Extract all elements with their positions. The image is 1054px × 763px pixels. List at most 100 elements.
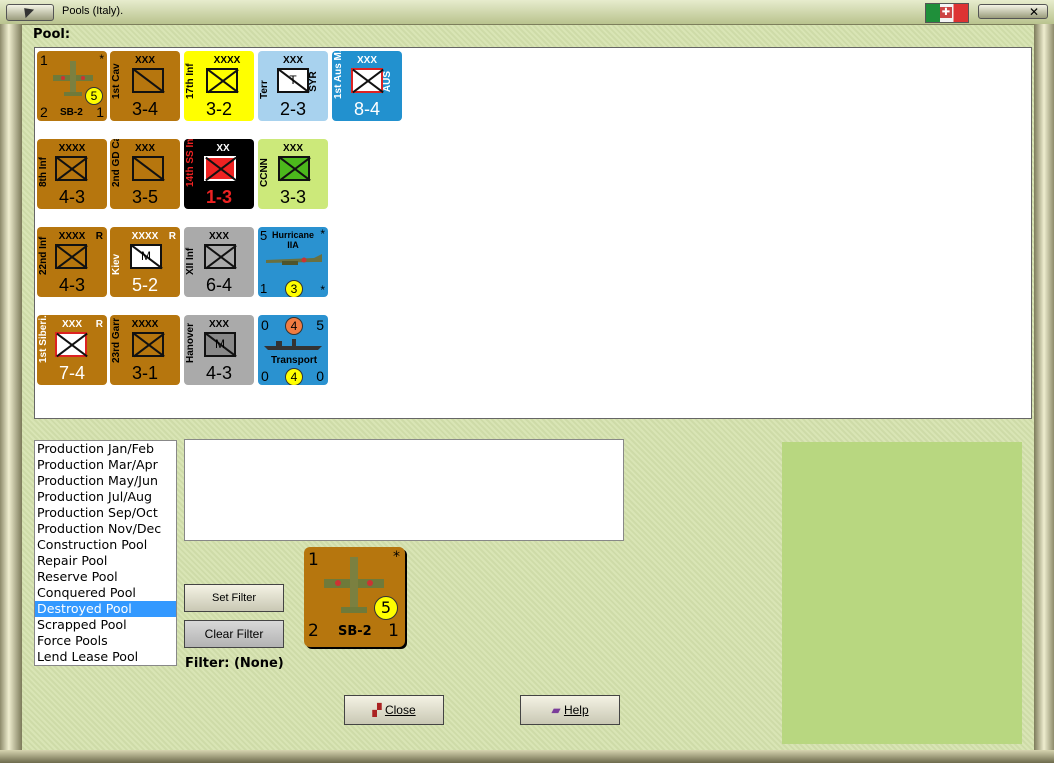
unit-strength: 6-4 — [205, 275, 232, 295]
unit-country: SYR — [308, 71, 320, 92]
unit-counter-22nd-inf[interactable]: XXXX R 22nd Inf 4-3 — [37, 227, 107, 297]
unit-name: SB-2 — [338, 624, 372, 639]
attack-factor-badge: 5 — [374, 596, 398, 620]
filter-status: Filter: (None) — [185, 656, 284, 671]
list-item[interactable]: Scrapped Pool — [35, 617, 176, 633]
unit-name: 17th Inf — [185, 63, 196, 99]
unit-strength: 4-3 — [58, 275, 85, 295]
reserve-tag: R — [95, 231, 103, 242]
unit-counter-terr[interactable]: XXX T Terr SYR 2-3 — [258, 51, 328, 121]
list-item[interactable]: Production Nov/Dec — [35, 521, 176, 537]
unit-strength: 8-4 — [353, 99, 380, 119]
unit-strength: 7-4 — [58, 363, 85, 383]
list-item[interactable]: Construction Pool — [35, 537, 176, 553]
unit-counter-hanover[interactable]: XXX M Hanover 4-3 — [184, 315, 254, 385]
unit-counter-2nd-gd-cav[interactable]: XXX 2nd GD Cav 3-5 — [110, 139, 180, 209]
unit-strength: 3-2 — [205, 99, 232, 119]
unit-strength: 3-1 — [131, 363, 158, 383]
unit-counter-hurricane[interactable]: 5 * Hurricane IIA 3 1 * — [258, 227, 328, 297]
unit-counter-14th-ss-inf[interactable]: XX 14th SS Inf. 1-3 — [184, 139, 254, 209]
italy-flag-icon: ✚ — [925, 3, 969, 23]
description-text-area[interactable] — [184, 439, 624, 541]
unit-counter-1st-cav[interactable]: XXX 1st Cav 3-4 — [110, 51, 180, 121]
infantry-symbol-icon — [278, 156, 310, 181]
reserve-tag: R — [168, 231, 176, 242]
cavalry-symbol-icon — [132, 68, 164, 93]
mechanized-symbol-icon — [351, 68, 383, 93]
list-item[interactable]: Conquered Pool — [35, 585, 176, 601]
counter-bottom-right: 1 — [96, 104, 104, 120]
list-item[interactable]: Reserve Pool — [35, 569, 176, 585]
unit-name: 1st Cav — [111, 63, 122, 99]
counter-bottom-right: 0 — [316, 368, 324, 384]
unit-strength: 3-5 — [131, 187, 158, 207]
unit-strength: 2-3 — [279, 99, 306, 119]
unit-name: Hurricane IIA — [271, 230, 315, 250]
pool-label: Pool: — [33, 27, 71, 42]
list-item[interactable]: Force Pools — [35, 633, 176, 649]
list-item[interactable]: Production Sep/Oct — [35, 505, 176, 521]
counter-bottom-right: 1 — [388, 621, 399, 641]
list-item[interactable]: Production Jul/Aug — [35, 489, 176, 505]
counter-star: * — [320, 227, 325, 241]
door-icon: ▞ — [372, 703, 382, 717]
counter-bottom-left: 1 — [260, 281, 268, 296]
infantry-symbol-icon — [204, 156, 236, 181]
counter-top-right: 5 — [316, 317, 324, 333]
help-button[interactable]: ▰ Help — [520, 695, 620, 725]
counter-top-left: 0 — [261, 317, 269, 333]
window-menu-button[interactable] — [6, 3, 54, 21]
unit-strength: 4-3 — [58, 187, 85, 207]
unit-counter-xii-inf[interactable]: XXX XII Inf 6-4 — [184, 227, 254, 297]
list-item[interactable]: Production Mar/Apr — [35, 457, 176, 473]
pool-selector-list[interactable]: Production Jan/Feb Production Mar/Apr Pr… — [34, 440, 177, 666]
counter-top-left: 1 — [40, 52, 48, 68]
counter-top-left: 1 — [308, 550, 319, 570]
help-button-label: Help — [563, 703, 589, 717]
unit-name: 14th SS Inf. — [185, 139, 196, 187]
unit-strength: 3-3 — [279, 187, 306, 207]
unit-strength: 3-4 — [131, 99, 158, 119]
close-button[interactable]: ▞ Close — [344, 695, 444, 725]
counter-star: * — [393, 549, 400, 565]
unit-name: 22nd Inf — [38, 236, 49, 275]
close-button-label: Close — [384, 703, 416, 717]
unit-name: Terr — [259, 80, 270, 99]
unit-counter-kiev[interactable]: XXXX R M Kiev 5-2 — [110, 227, 180, 297]
mountain-symbol-icon: M — [204, 332, 236, 357]
unit-counter-23rd-garr[interactable]: XXXX 23rd Garr 3-1 — [110, 315, 180, 385]
list-item[interactable]: Production Jan/Feb — [35, 441, 176, 457]
list-item-selected[interactable]: Destroyed Pool — [35, 601, 176, 617]
infantry-symbol-icon — [55, 156, 87, 181]
counter-bottom-right: * — [320, 283, 325, 297]
counter-star: * — [99, 52, 104, 66]
list-item[interactable]: Lend Lease Pool — [35, 649, 176, 665]
unit-counter-transport[interactable]: 0 4 5 Transport 0 4 0 — [258, 315, 328, 385]
naval-factor-badge: 4 — [285, 317, 303, 335]
unit-strength: 5-2 — [131, 275, 158, 295]
window-close-button[interactable]: ✕ — [978, 4, 1048, 19]
unit-name: CCNN — [259, 158, 270, 187]
unit-counter-1st-siberi[interactable]: XXX R 1st Siberi. 7-4 — [37, 315, 107, 385]
counter-bottom-left: 0 — [261, 368, 269, 384]
counter-bottom-left: 2 — [40, 104, 48, 120]
unit-counter-8th-inf[interactable]: XXXX 8th Inf 4-3 — [37, 139, 107, 209]
infantry-symbol-icon — [204, 244, 236, 269]
unit-name: XII Inf — [185, 247, 196, 275]
unit-counter-1st-aus-m[interactable]: XXX 1st Aus M. AUS 8-4 — [332, 51, 402, 121]
right-frame — [1034, 24, 1054, 763]
unit-counter-17th-inf[interactable]: XXXX 17th Inf 3-2 — [184, 51, 254, 121]
list-item[interactable]: Production May/Jun — [35, 473, 176, 489]
unit-size: XXXX — [213, 55, 241, 66]
list-item[interactable]: Repair Pool — [35, 553, 176, 569]
bottom-frame — [0, 750, 1054, 763]
set-filter-button[interactable]: Set Filter — [184, 584, 284, 612]
unit-counter-sb2[interactable]: 1 * 5 2 SB-2 1 — [37, 51, 107, 121]
infantry-symbol-icon — [55, 244, 87, 269]
clear-filter-button[interactable]: Clear Filter — [184, 620, 284, 648]
unit-name: 8th Inf — [38, 157, 49, 187]
symbol-letter: T — [289, 73, 297, 87]
unit-picture-panel — [782, 442, 1022, 744]
unit-name: SB-2 — [60, 107, 83, 118]
unit-counter-ccnn[interactable]: XXX CCNN 3-3 — [258, 139, 328, 209]
